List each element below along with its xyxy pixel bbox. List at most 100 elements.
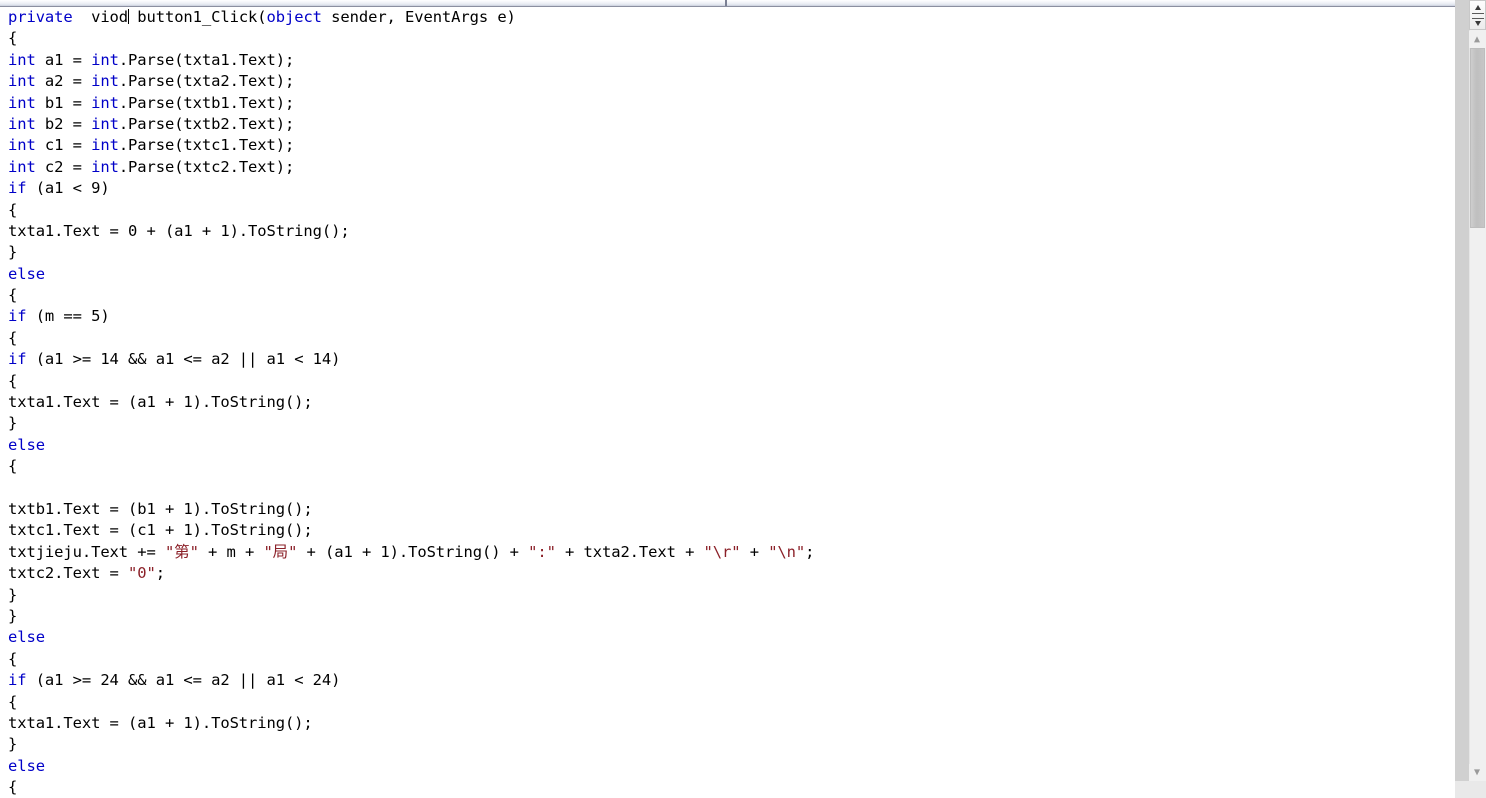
code-line: txtc2.Text = "0"; xyxy=(0,563,814,584)
code-token-kw: int xyxy=(8,72,36,91)
code-token-pun: c2 = xyxy=(35,157,92,176)
code-line: if (a1 >= 24 && a1 <= a2 || a1 < 24) xyxy=(0,670,814,691)
code-token-pun: (a1 >= 14 && a1 <= a2 || a1 < 14) xyxy=(26,350,341,369)
code-token-kw: else xyxy=(8,756,45,775)
split-up-arrow-icon xyxy=(1475,5,1481,10)
code-token-pun: .Parse(txtb2.Text); xyxy=(118,114,295,133)
code-token-pun: { xyxy=(8,286,18,305)
code-token-pun: { xyxy=(8,649,18,668)
code-token-pun: { xyxy=(8,692,18,711)
code-token-pun: } xyxy=(8,606,18,625)
code-token-kw: if xyxy=(8,350,27,369)
code-token-pun: { xyxy=(8,778,18,797)
code-line: int a2 = int.Parse(txta2.Text); xyxy=(0,71,814,92)
code-line: { xyxy=(0,649,814,670)
code-token-pun: b2 = xyxy=(35,114,92,133)
code-line: txta1.Text = (a1 + 1).ToString(); xyxy=(0,392,814,413)
code-token-pun: { xyxy=(8,200,18,219)
code-token-pun: + txta2.Text + xyxy=(555,542,704,561)
editor-top-splitter-bar[interactable] xyxy=(0,0,1455,7)
code-line: int b1 = int.Parse(txtb1.Text); xyxy=(0,93,814,114)
code-token-kw: private xyxy=(8,8,73,26)
code-token-str: "\r" xyxy=(703,542,741,561)
code-line: txtjieju.Text += "第" + m + "局" + (a1 + 1… xyxy=(0,542,814,563)
code-line: private viod button1_Click(object sender… xyxy=(0,7,814,28)
code-line: { xyxy=(0,777,814,798)
code-token-kw: int xyxy=(91,72,119,91)
code-line: int c2 = int.Parse(txtc2.Text); xyxy=(0,157,814,178)
code-line: { xyxy=(0,285,814,306)
code-line: txtc1.Text = (c1 + 1).ToString(); xyxy=(0,520,814,541)
code-token-pun: .Parse(txtc1.Text); xyxy=(118,136,295,155)
code-token-kw: else xyxy=(8,264,45,283)
code-line: txtb1.Text = (b1 + 1).ToString(); xyxy=(0,499,814,520)
scroll-up-button[interactable]: ▲ xyxy=(1469,31,1486,48)
code-text[interactable]: private viod button1_Click(object sender… xyxy=(0,7,814,798)
code-token-pun: txta1.Text = (a1 + 1).ToString(); xyxy=(8,393,313,412)
splitter-divider[interactable] xyxy=(725,0,727,6)
code-line: if (a1 >= 14 && a1 <= a2 || a1 < 14) xyxy=(0,349,814,370)
code-line: int c1 = int.Parse(txtc1.Text); xyxy=(0,135,814,156)
code-line: { xyxy=(0,200,814,221)
code-token-pun: + (a1 + 1).ToString() + xyxy=(297,542,529,561)
code-line: int b2 = int.Parse(txtb2.Text); xyxy=(0,114,814,135)
code-token-pun: .Parse(txta1.Text); xyxy=(118,50,295,69)
code-token-pun: c1 = xyxy=(35,136,92,155)
code-line: { xyxy=(0,28,814,49)
code-token-kw: int xyxy=(91,114,119,133)
code-token-kw: int xyxy=(91,136,119,155)
code-token-kw: object xyxy=(266,8,323,26)
code-token-pun: { xyxy=(8,328,18,347)
code-token-pun: } xyxy=(8,735,18,754)
code-token-str: "第" xyxy=(164,542,199,561)
scrollbar-gutter xyxy=(1455,0,1469,798)
code-line: } xyxy=(0,242,814,263)
code-token-pun: viod xyxy=(91,8,129,26)
vertical-scrollbar[interactable]: ▲ ▼ xyxy=(1455,0,1486,798)
code-token-kw: if xyxy=(8,179,27,198)
code-line: } xyxy=(0,606,814,627)
code-token-kw: int xyxy=(91,93,119,112)
code-token-pun: a2 = xyxy=(35,72,92,91)
code-token-pun: { xyxy=(8,371,18,390)
code-line: txta1.Text = 0 + (a1 + 1).ToString(); xyxy=(0,221,814,242)
code-token-pun: txta1.Text = (a1 + 1).ToString(); xyxy=(8,713,313,732)
code-token-pun xyxy=(73,8,91,26)
split-line-bottom xyxy=(1472,18,1484,19)
split-pane-handle[interactable] xyxy=(1469,0,1486,30)
code-token-kw: int xyxy=(8,136,36,155)
code-token-pun: { xyxy=(8,29,18,48)
chevron-up-icon: ▲ xyxy=(1473,34,1481,45)
code-token-pun: (a1 >= 24 && a1 <= a2 || a1 < 24) xyxy=(26,671,341,690)
code-token-pun: } xyxy=(8,414,18,433)
code-token-kw: int xyxy=(8,50,36,69)
code-token-pun: { xyxy=(8,457,18,476)
code-line: { xyxy=(0,371,814,392)
code-token-str: "\n" xyxy=(768,542,806,561)
code-token-kw: int xyxy=(8,93,36,112)
code-line: } xyxy=(0,585,814,606)
code-token-pun: } xyxy=(8,585,18,604)
code-token-pun: + xyxy=(740,542,769,561)
code-line: } xyxy=(0,734,814,755)
code-line: } xyxy=(0,413,814,434)
code-token-pun: txta1.Text = 0 + (a1 + 1).ToString(); xyxy=(8,221,350,240)
code-token-pun: .Parse(txtc2.Text); xyxy=(118,157,295,176)
code-line: { xyxy=(0,328,814,349)
code-editor-surface[interactable]: private viod button1_Click(object sender… xyxy=(0,7,1455,798)
code-line: if (a1 < 9) xyxy=(0,178,814,199)
code-token-pun: ; xyxy=(805,542,815,561)
split-line-top xyxy=(1472,13,1484,14)
code-token-pun: txtc2.Text = xyxy=(8,564,129,583)
code-line: if (m == 5) xyxy=(0,306,814,327)
scroll-down-button[interactable]: ▼ xyxy=(1469,764,1486,781)
code-line: else xyxy=(0,756,814,777)
code-line: int a1 = int.Parse(txta1.Text); xyxy=(0,50,814,71)
code-line: { xyxy=(0,692,814,713)
code-token-pun: a1 = xyxy=(35,50,92,69)
code-token-kw: int xyxy=(91,50,119,69)
code-token-kw: else xyxy=(8,435,45,454)
code-line: else xyxy=(0,435,814,456)
scrollbar-thumb[interactable] xyxy=(1470,48,1485,228)
